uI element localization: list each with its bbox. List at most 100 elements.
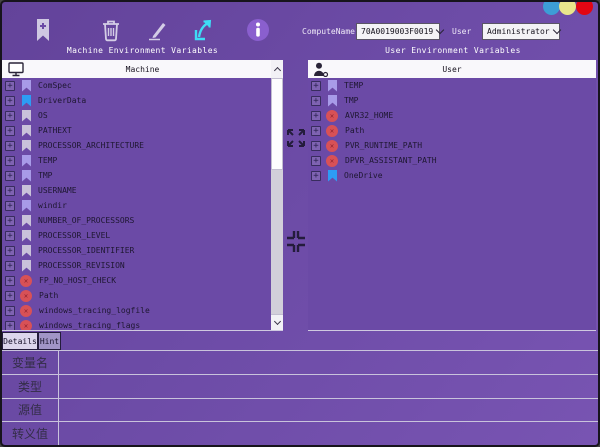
error-x-icon: ✕ — [20, 290, 32, 302]
expand-plus-button[interactable]: + — [5, 291, 15, 301]
machine-panel-header: Machine — [2, 60, 283, 78]
window-control-blue[interactable] — [543, 0, 560, 15]
bookmark-icon — [22, 110, 31, 122]
person-icon — [313, 62, 329, 77]
user-panel-title: User — [308, 65, 596, 74]
variable-row[interactable]: + PROCESSOR_REVISION — [2, 258, 271, 273]
scrollbar-thumb[interactable] — [271, 78, 283, 170]
expand-plus-button[interactable]: + — [5, 96, 15, 106]
variable-row[interactable]: +PROCESSOR_IDENTIFIER — [2, 243, 271, 258]
scroll-up-button[interactable] — [271, 60, 283, 79]
variable-row[interactable]: + NUMBER_OF_PROCESSORS — [2, 213, 271, 228]
variable-row[interactable]: + TMP — [308, 93, 596, 108]
expand-plus-button[interactable]: + — [5, 186, 15, 196]
detail-row-label: 类型 — [2, 375, 59, 398]
variable-name: windir — [38, 201, 67, 210]
chevron-down-icon — [273, 318, 280, 325]
expand-plus-button[interactable]: + — [5, 231, 15, 241]
variable-row[interactable]: + ✕ PVR_RUNTIME_PATH — [308, 138, 596, 153]
variable-row[interactable]: +PATHEXT — [2, 123, 271, 138]
info-button[interactable] — [245, 17, 271, 43]
error-x-icon: ✕ — [326, 140, 338, 152]
variable-row[interactable]: +USERNAME — [2, 183, 271, 198]
window-control-yellow[interactable] — [559, 0, 576, 15]
variable-row[interactable]: + ComSpec — [2, 78, 271, 93]
detail-row: 源值 — [2, 399, 598, 423]
variable-row[interactable]: + windir — [2, 198, 271, 213]
variable-row[interactable]: +✕windows_tracing_flags — [2, 318, 271, 330]
window-control-red[interactable] — [576, 0, 593, 15]
error-x-icon: ✕ — [20, 305, 32, 317]
expand-plus-button[interactable]: + — [311, 156, 321, 166]
variable-row[interactable]: + PROCESSOR_ARCHITECTURE — [2, 138, 271, 153]
expand-plus-button[interactable]: + — [5, 126, 15, 136]
expand-plus-button[interactable]: + — [5, 141, 15, 151]
detail-row: 变量名 — [2, 351, 598, 375]
expand-plus-button[interactable]: + — [5, 246, 15, 256]
tab-details[interactable]: Details — [2, 332, 38, 350]
expand-plus-button[interactable]: + — [5, 216, 15, 226]
bookmark-icon — [22, 200, 31, 212]
machine-scrollbar[interactable] — [271, 60, 283, 330]
variable-row[interactable]: +✕AVR32_HOME — [308, 108, 596, 123]
detail-row-label: 转义值 — [2, 422, 59, 445]
variable-row[interactable]: + OS — [2, 108, 271, 123]
detail-row: 类型 — [2, 375, 598, 399]
expand-plus-button[interactable]: + — [311, 171, 321, 181]
expand-arrows-button[interactable] — [285, 122, 307, 154]
expand-plus-button[interactable]: + — [5, 171, 15, 181]
expand-plus-button[interactable]: + — [311, 111, 321, 121]
expand-plus-button[interactable]: + — [311, 141, 321, 151]
expand-plus-button[interactable]: + — [5, 156, 15, 166]
variable-name: OS — [38, 111, 48, 120]
expand-plus-button[interactable]: + — [5, 276, 15, 286]
variable-name: ComSpec — [38, 81, 72, 90]
expand-plus-button[interactable]: + — [5, 321, 15, 331]
scroll-down-button[interactable] — [271, 314, 283, 330]
variable-row[interactable]: +✕FP_NO_HOST_CHECK — [2, 273, 271, 288]
bookmark-icon — [328, 80, 337, 92]
bookmark-add-button[interactable] — [30, 17, 56, 43]
machine-variable-list: +ComSpec+DriverData+OS+PATHEXT+PROCESSOR… — [2, 78, 271, 330]
error-x-icon: ✕ — [20, 320, 32, 331]
variable-row[interactable]: +✕DPVR_ASSISTANT_PATH — [308, 153, 596, 168]
collapse-arrows-button[interactable] — [285, 224, 307, 260]
info-icon — [245, 17, 271, 43]
expand-plus-button[interactable]: + — [5, 306, 15, 316]
variable-row[interactable]: + ✕ Path — [2, 288, 271, 303]
edit-button[interactable] — [145, 17, 171, 43]
expand-plus-button[interactable]: + — [311, 126, 321, 136]
user-value: Administrator — [487, 27, 550, 36]
user-dropdown[interactable]: Administrator — [482, 23, 560, 40]
share-export-button[interactable] — [190, 17, 216, 43]
variable-row[interactable]: +TMP — [2, 168, 271, 183]
details-table: 变量名类型源值转义值 — [2, 350, 598, 445]
variable-name: NUMBER_OF_PROCESSORS — [38, 216, 134, 225]
delete-button[interactable] — [98, 17, 124, 43]
trash-icon — [98, 17, 124, 43]
variable-name: PROCESSOR_ARCHITECTURE — [38, 141, 144, 150]
expand-plus-button[interactable]: + — [5, 201, 15, 211]
expand-plus-button[interactable]: + — [5, 111, 15, 121]
user-section-title: User Environment Variables — [308, 46, 598, 57]
variable-name: PROCESSOR_REVISION — [38, 261, 125, 270]
variable-row[interactable]: +DriverData — [2, 93, 271, 108]
variable-row[interactable]: +PROCESSOR_LEVEL — [2, 228, 271, 243]
share-export-icon — [190, 17, 216, 43]
variable-name: PVR_RUNTIME_PATH — [345, 141, 422, 150]
tab-hint[interactable]: Hint — [38, 332, 61, 350]
variable-row[interactable]: +✕Path — [308, 123, 596, 138]
expand-plus-button[interactable]: + — [5, 261, 15, 271]
variable-row[interactable]: +✕windows_tracing_logfile — [2, 303, 271, 318]
variable-row[interactable]: +TEMP — [308, 78, 596, 93]
variable-row[interactable]: +OneDrive — [308, 168, 596, 183]
expand-plus-button[interactable]: + — [311, 96, 321, 106]
variable-name: TMP — [344, 96, 358, 105]
detail-row-value — [59, 422, 598, 445]
variable-row[interactable]: +TEMP — [2, 153, 271, 168]
computename-dropdown[interactable]: 70A0019003F0019 — [356, 23, 440, 40]
expand-plus-button[interactable]: + — [311, 81, 321, 91]
variable-name: Path — [39, 291, 58, 300]
expand-plus-button[interactable]: + — [5, 81, 15, 91]
bookmark-icon — [22, 170, 31, 182]
